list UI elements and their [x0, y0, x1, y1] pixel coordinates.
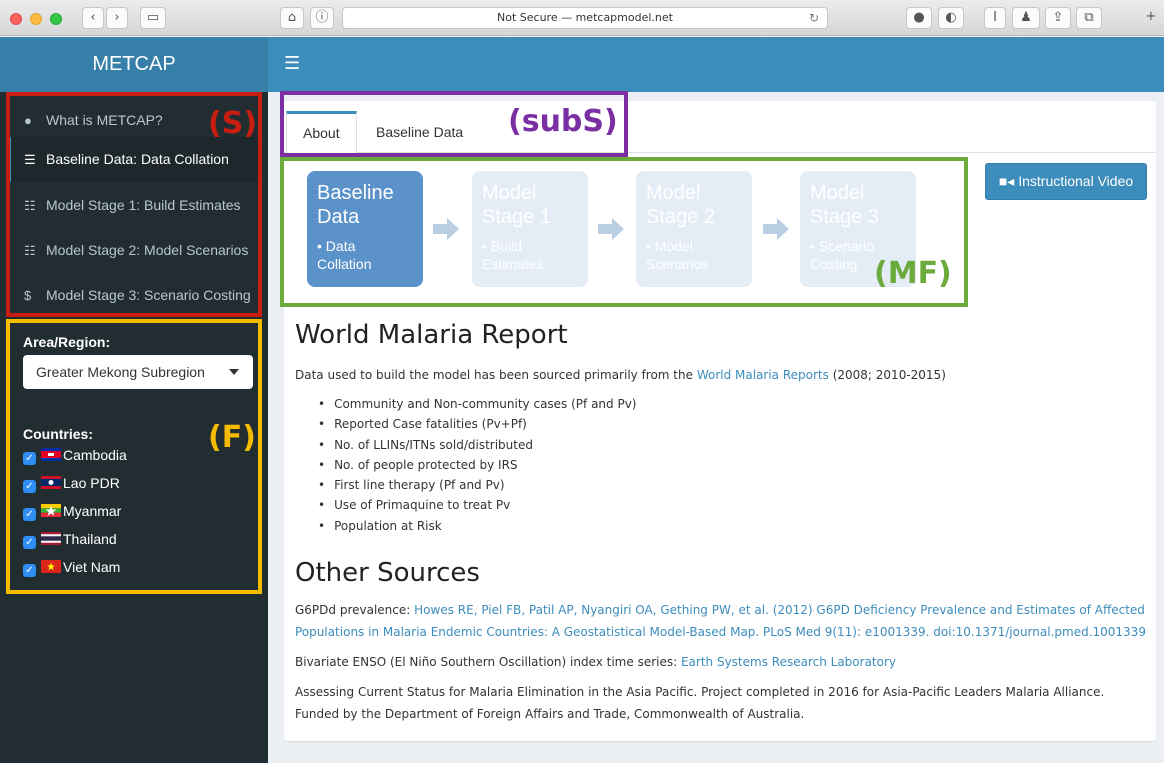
list-item: No. of LLINs/ITNs sold/distributed	[318, 435, 637, 455]
list-item: Community and Non-community cases (Pf an…	[318, 394, 636, 414]
forward-button[interactable]: ›	[106, 7, 128, 29]
info-button[interactable]: ⓘ	[310, 7, 334, 29]
footer-line-1: Assessing Current Status for Malaria Eli…	[295, 685, 1105, 699]
data-sources-list: Community and Non-community cases (Pf an…	[318, 394, 637, 536]
user-button[interactable]: ♟	[1012, 7, 1040, 29]
list-item: No. of people protected by IRS	[318, 455, 637, 475]
g6pd-citation-link-cont[interactable]: Populations in Malaria Endemic Countries…	[295, 625, 1146, 639]
annotation-label-s: (S)	[208, 106, 258, 141]
text-cursor-icon: I	[993, 10, 997, 25]
app-header: METCAP ☰	[0, 37, 1164, 92]
url-text: Not Secure — metcapmodel.net	[497, 11, 673, 24]
person-icon: ♟	[1020, 10, 1032, 25]
intro-years: (2008; 2010-2015)	[828, 368, 946, 382]
world-malaria-report-heading: World Malaria Report	[295, 320, 568, 350]
home-button[interactable]: ⌂	[280, 7, 304, 29]
world-malaria-reports-link[interactable]: World Malaria Reports	[697, 368, 829, 382]
sidebar-toggle-button[interactable]: ▭	[140, 7, 166, 29]
download-button[interactable]: ●	[906, 7, 932, 29]
enso-source: Bivariate ENSO (El Niño Southern Oscilla…	[295, 651, 1153, 673]
annotation-label-subs: (subS)	[508, 104, 618, 139]
browser-toolbar: ‹ › ▭ ⌂ ⓘ Not Secure — metcapmodel.net ↻…	[0, 0, 1164, 36]
plus-icon: +	[1145, 9, 1157, 24]
earth-systems-link[interactable]: Earth Systems Research Laboratory	[681, 655, 896, 669]
minimize-window-button[interactable]	[30, 13, 42, 25]
list-item: First line therapy (Pf and Pv)	[318, 475, 637, 495]
video-camera-icon: ■◂	[998, 173, 1015, 189]
sidebar-icon: ▭	[146, 10, 160, 25]
annotation-box-mf	[280, 157, 968, 307]
share-icon: ⇪	[1052, 10, 1064, 25]
app-logo[interactable]: METCAP	[0, 37, 268, 92]
list-item: Reported Case fatalities (Pv+Pf)	[318, 414, 637, 434]
g6pd-citation-link[interactable]: Howes RE, Piel FB, Patil AP, Nyangiri OA…	[414, 603, 1145, 617]
chevron-left-icon: ‹	[90, 10, 96, 25]
annotation-label-mf: (MF)	[874, 256, 952, 291]
back-button[interactable]: ‹	[82, 7, 104, 29]
footer-line-2: Funded by the Department of Foreign Affa…	[295, 707, 805, 721]
tabs-button[interactable]: ⧉	[1076, 7, 1102, 29]
download-icon: ●	[913, 10, 925, 25]
toggle-icon: ◐	[945, 10, 957, 25]
zoom-window-button[interactable]	[50, 13, 62, 25]
address-bar[interactable]: Not Secure — metcapmodel.net ↻	[342, 7, 828, 29]
project-footer: Assessing Current Status for Malaria Eli…	[295, 681, 1153, 725]
intro-text: Data used to build the model has been so…	[295, 368, 697, 382]
extension-button[interactable]: ◐	[938, 7, 964, 29]
chevron-right-icon: ›	[114, 10, 120, 25]
close-window-button[interactable]	[10, 13, 22, 25]
reload-icon[interactable]: ↻	[809, 8, 819, 28]
tabs-icon: ⧉	[1084, 10, 1094, 25]
enso-label: Bivariate ENSO (El Niño Southern Oscilla…	[295, 655, 681, 669]
annotation-box-f	[6, 319, 262, 594]
instructional-video-button[interactable]: ■◂ Instructional Video	[985, 163, 1147, 200]
home-icon: ⌂	[287, 10, 297, 25]
g6pd-source: G6PDd prevalence: Howes RE, Piel FB, Pat…	[295, 599, 1153, 643]
g6pd-label: G6PDd prevalence:	[295, 603, 415, 617]
hamburger-icon[interactable]: ☰	[284, 55, 300, 73]
reader-button[interactable]: I	[984, 7, 1006, 29]
report-intro: Data used to build the model has been so…	[295, 364, 946, 386]
list-item: Use of Primaquine to treat Pv	[318, 495, 637, 515]
other-sources-heading: Other Sources	[295, 558, 480, 588]
info-circle-icon: ⓘ	[315, 10, 329, 25]
share-button[interactable]: ⇪	[1045, 7, 1071, 29]
new-tab-button[interactable]: +	[1140, 7, 1162, 29]
list-item: Population at Risk	[318, 516, 637, 536]
instructional-video-label: Instructional Video	[1018, 173, 1134, 189]
